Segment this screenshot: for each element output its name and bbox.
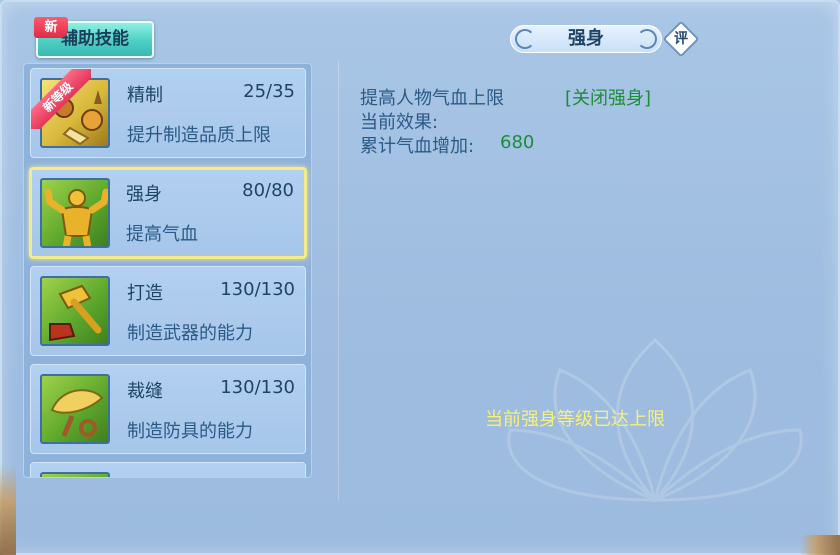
skill-level: 130/130: [220, 377, 295, 398]
skill-level: 80/80: [242, 180, 294, 201]
skill-level: 130/130: [220, 279, 295, 300]
skill-list[interactable]: 新等级 精制 25/35 提升制造品质上限 强身 80/80 提高气血 打造 1…: [23, 63, 312, 478]
corner-ornament-right: [800, 535, 840, 555]
skill-desc: 提高气血: [126, 224, 198, 245]
skill-item-refine[interactable]: 新等级 精制 25/35 提升制造品质上限: [30, 68, 306, 158]
skill-name: 强身: [126, 184, 162, 205]
hammer-icon: [40, 276, 110, 346]
scroll-left-ornament: [515, 29, 535, 49]
tab-label: 辅助技能: [61, 29, 129, 49]
detail-title-text: 强身: [568, 28, 604, 49]
max-level-message: 当前强身等级已达上限: [485, 409, 665, 430]
leaf-scissors-icon: [40, 374, 110, 444]
scroll-right-ornament: [637, 29, 657, 49]
skill-name: 裁缝: [127, 381, 163, 402]
accum-hp-label: 累计气血增加:: [360, 136, 475, 157]
skill-desc: 制造武器的能力: [127, 323, 253, 344]
skill-item-partial[interactable]: [30, 462, 306, 477]
skill-name: 精制: [127, 85, 163, 106]
new-badge: 新: [34, 17, 68, 38]
current-effect-label: 当前效果:: [360, 112, 439, 133]
effect-description: 提高人物气血上限: [360, 88, 504, 109]
skill-desc: 制造防具的能力: [127, 421, 253, 442]
panel-divider: [338, 60, 339, 500]
skill-icon: [40, 472, 110, 477]
skill-item-tailor[interactable]: 裁缝 130/130 制造防具的能力: [30, 364, 306, 454]
skill-level: 25/35: [243, 81, 295, 102]
corner-ornament-left: [0, 465, 16, 555]
new-level-ribbon: 新等级: [31, 69, 91, 129]
accum-hp-value: 680: [500, 132, 535, 153]
detail-title: 强身: [510, 25, 662, 53]
skill-desc: 提升制造品质上限: [127, 125, 271, 146]
toggle-fortify-link[interactable]: [关闭强身]: [565, 84, 651, 110]
skill-name: 打造: [127, 283, 163, 304]
skill-item-fortify[interactable]: 强身 80/80 提高气血: [29, 167, 307, 259]
strongman-skill-icon: [40, 178, 110, 248]
skill-item-forge[interactable]: 打造 130/130 制造武器的能力: [30, 266, 306, 356]
rate-label: 评: [674, 31, 688, 47]
